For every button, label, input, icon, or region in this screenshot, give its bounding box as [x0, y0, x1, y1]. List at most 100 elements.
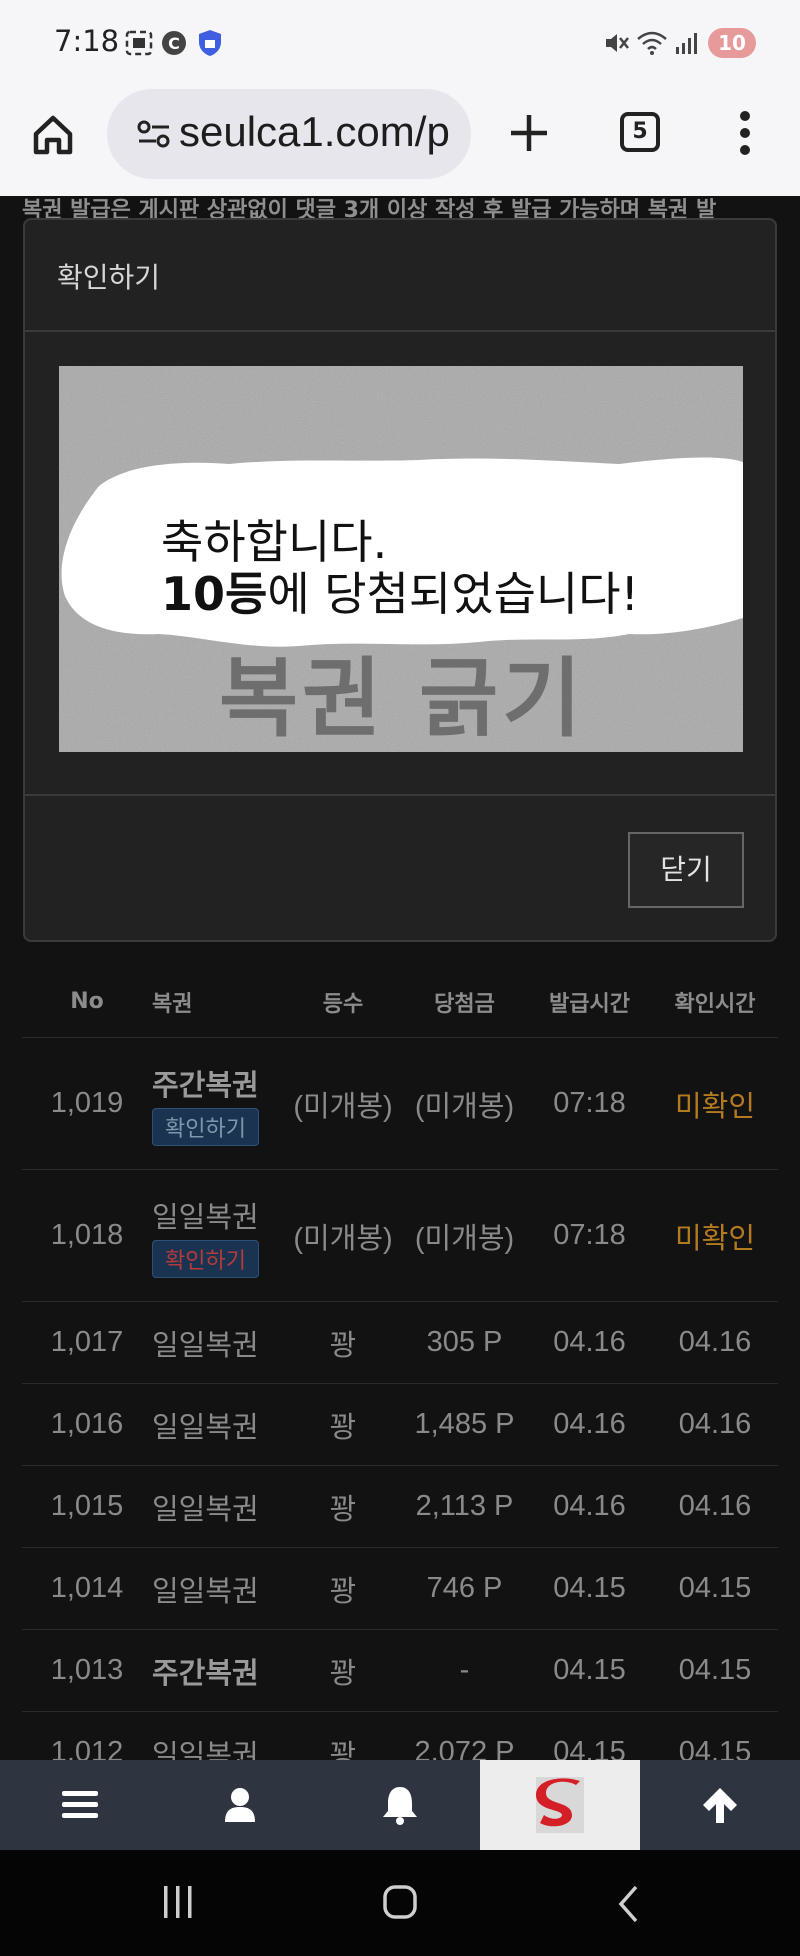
- row-rank: 꽝: [329, 1575, 357, 1608]
- recent-apps-icon[interactable]: [160, 1884, 196, 1924]
- row-issued: 07:18: [553, 1219, 626, 1251]
- lottery-type: 일일복권: [152, 1199, 259, 1234]
- row-issued: 04.16: [553, 1408, 626, 1440]
- shield-icon: [196, 28, 224, 58]
- user-icon[interactable]: [160, 1760, 320, 1850]
- lottery-type: 주간복권: [152, 1067, 259, 1102]
- row-issued: 04.15: [553, 1736, 626, 1760]
- row-prize: -: [459, 1654, 470, 1686]
- row-rank: 꽝: [329, 1493, 357, 1526]
- confirm-modal: 확인하기 복권 긁기 축하합니다. 10등에 당첨되었습니다! 닫기: [23, 218, 777, 942]
- row-prize: 2,113 P: [415, 1490, 514, 1522]
- header-lottery: 복권: [152, 991, 193, 1017]
- check-button[interactable]: 확인하기: [152, 1107, 259, 1146]
- table-row: 1,012 일일복권 꽝 2,072 P 04.15 04.15: [22, 1712, 778, 1760]
- header-rank: 등수: [322, 991, 364, 1017]
- table-row: 1,017 일일복권 꽝 305 P 04.16 04.16: [22, 1302, 778, 1384]
- row-rank: (미개봉): [293, 1090, 393, 1123]
- table-row: 1,014 일일복권 꽝 746 P 04.15 04.15: [22, 1548, 778, 1630]
- new-tab-icon[interactable]: [506, 110, 552, 156]
- lottery-type: 주간복권: [152, 1655, 259, 1690]
- row-checked: 04.16: [678, 1490, 752, 1522]
- url-text[interactable]: seulca1.com/p: [179, 108, 450, 156]
- wifi-icon: [636, 28, 668, 58]
- row-rank: 꽝: [329, 1657, 357, 1690]
- site-settings-icon[interactable]: [137, 119, 171, 149]
- row-no: 1,017: [50, 1326, 124, 1358]
- lottery-type: 일일복권: [152, 1327, 259, 1362]
- row-rank: 꽝: [329, 1329, 357, 1362]
- row-issued: 04.15: [553, 1572, 626, 1604]
- check-button[interactable]: 확인하기: [152, 1239, 259, 1278]
- win-rank: 10등: [161, 567, 268, 621]
- lottery-type: 일일복권: [152, 1491, 259, 1526]
- modal-title: 확인하기: [57, 261, 161, 294]
- header-issued-time: 발급시간: [549, 991, 630, 1017]
- tab-switcher-button[interactable]: 5: [620, 112, 660, 152]
- row-prize: 746 P: [426, 1572, 503, 1604]
- back-icon[interactable]: [614, 1884, 644, 1928]
- lottery-table: No 복권 등수 당첨금 발급시간 확인시간 1,019 주간복권 확인하기 (…: [22, 966, 778, 1760]
- row-lottery: 일일복권 확인하기: [152, 1194, 284, 1278]
- status-bar: 7:18 C 10: [0, 0, 800, 86]
- site-logo[interactable]: [480, 1760, 640, 1850]
- row-checked: 04.15: [678, 1654, 752, 1686]
- row-prize: 2,072 P: [414, 1736, 515, 1760]
- row-no: 1,015: [50, 1490, 124, 1522]
- row-issued: 04.16: [553, 1326, 626, 1358]
- arrow-up-icon[interactable]: [640, 1760, 800, 1850]
- table-row: 1,019 주간복권 확인하기 (미개봉) (미개봉) 07:18 미확인: [22, 1038, 778, 1170]
- address-bar[interactable]: seulca1.com/p: [107, 89, 471, 179]
- row-prize: (미개봉): [414, 1090, 515, 1123]
- lottery-type: 일일복권: [152, 1737, 259, 1761]
- scratch-card[interactable]: 복권 긁기 축하합니다. 10등에 당첨되었습니다!: [59, 366, 743, 752]
- battery-indicator: 10: [708, 28, 756, 58]
- bottom-nav: [0, 1760, 800, 1850]
- bell-icon[interactable]: [320, 1760, 480, 1850]
- signal-icon: [674, 28, 700, 58]
- table-row: 1,016 일일복권 꽝 1,485 P 04.16 04.16: [22, 1384, 778, 1466]
- system-nav-bar: [0, 1850, 800, 1956]
- row-lottery: 주간복권 확인하기: [152, 1062, 284, 1146]
- mute-icon: [602, 28, 630, 58]
- screenshot-icon: [124, 28, 154, 58]
- table-row: 1,013 주간복권 꽝 - 04.15 04.15: [22, 1630, 778, 1712]
- row-issued: 07:18: [553, 1087, 626, 1119]
- row-issued: 04.15: [553, 1654, 626, 1686]
- home-nav-icon[interactable]: [382, 1884, 418, 1924]
- close-button[interactable]: 닫기: [628, 832, 744, 908]
- c-badge-icon: C: [160, 28, 188, 58]
- row-rank: 꽝: [329, 1411, 357, 1444]
- row-prize: (미개봉): [414, 1222, 515, 1255]
- browser-toolbar: seulca1.com/p 5: [0, 86, 800, 196]
- header-checked-time: 확인시간: [674, 991, 756, 1017]
- modal-divider: [25, 794, 775, 796]
- row-checked: 미확인: [674, 1090, 756, 1123]
- table-row: 1,018 일일복권 확인하기 (미개봉) (미개봉) 07:18 미확인: [22, 1170, 778, 1302]
- row-rank: 꽝: [329, 1739, 357, 1761]
- row-checked: 04.15: [678, 1736, 752, 1760]
- header-no: No: [70, 989, 104, 1014]
- row-no: 1,012: [50, 1736, 124, 1760]
- menu-icon[interactable]: [0, 1760, 160, 1850]
- lottery-type: 일일복권: [152, 1573, 259, 1608]
- row-rank: (미개봉): [293, 1222, 393, 1255]
- home-icon[interactable]: [28, 110, 78, 160]
- row-no: 1,014: [50, 1572, 124, 1604]
- win-message: 10등에 당첨되었습니다!: [161, 558, 639, 624]
- row-issued: 04.16: [553, 1490, 626, 1522]
- row-checked: 04.16: [678, 1408, 752, 1440]
- table-header: No 복권 등수 당첨금 발급시간 확인시간: [22, 966, 778, 1038]
- row-checked: 04.15: [678, 1572, 752, 1604]
- svg-text:C: C: [168, 34, 180, 53]
- modal-header: 확인하기: [25, 220, 775, 332]
- row-no: 1,016: [50, 1408, 124, 1440]
- row-prize: 305 P: [426, 1326, 503, 1358]
- table-row: 1,015 일일복권 꽝 2,113 P 04.16 04.16: [22, 1466, 778, 1548]
- more-menu-icon[interactable]: [738, 108, 752, 158]
- win-message-rest: 에 당첨되었습니다!: [267, 567, 639, 621]
- row-no: 1,013: [50, 1654, 124, 1686]
- row-no: 1,019: [50, 1087, 124, 1119]
- header-prize: 당첨금: [434, 991, 495, 1017]
- row-prize: 1,485 P: [414, 1408, 515, 1440]
